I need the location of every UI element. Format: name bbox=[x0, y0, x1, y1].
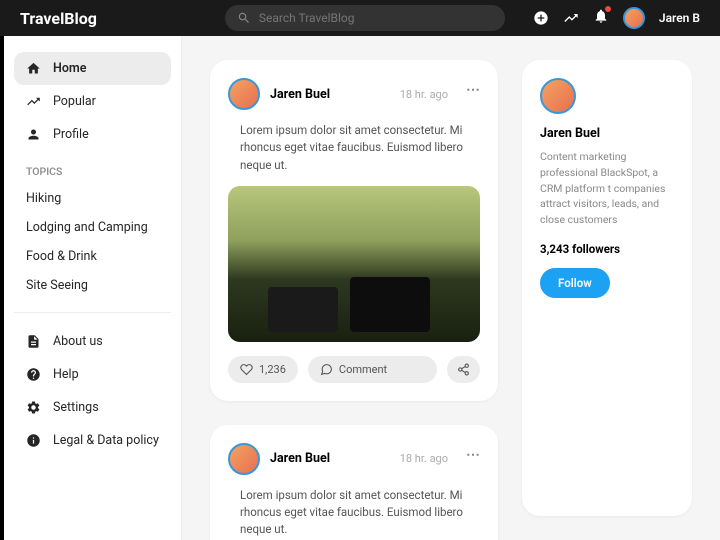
notification-button[interactable] bbox=[593, 8, 609, 28]
sidebar-item-home[interactable]: Home bbox=[14, 52, 171, 85]
main: Home Popular Profile TOPICS Hiking Lodgi… bbox=[0, 36, 720, 540]
post-time: 18 hr. ago bbox=[400, 452, 448, 465]
topic-siteseeing[interactable]: Site Seeing bbox=[14, 271, 171, 300]
sidebar-item-label: Profile bbox=[53, 127, 89, 142]
gear-icon bbox=[26, 400, 41, 415]
app-logo[interactable]: TravelBlog bbox=[20, 9, 97, 28]
sidebar-item-help[interactable]: Help bbox=[14, 358, 171, 391]
sidebar-item-profile[interactable]: Profile bbox=[14, 118, 171, 151]
comment-button[interactable]: Comment bbox=[308, 356, 437, 383]
profile-name: Jaren Buel bbox=[540, 126, 674, 141]
document-icon bbox=[26, 334, 41, 349]
sidebar-item-popular[interactable]: Popular bbox=[14, 85, 171, 118]
sidebar-item-label: Legal & Data policy bbox=[53, 433, 159, 448]
post-time: 18 hr. ago bbox=[400, 88, 448, 101]
add-icon[interactable] bbox=[533, 10, 549, 26]
user-icon bbox=[26, 127, 41, 142]
header: TravelBlog Jaren B bbox=[0, 0, 720, 36]
help-icon bbox=[26, 367, 41, 382]
post-header: Jaren Buel 18 hr. ago ⋯ bbox=[228, 443, 480, 475]
post-card: Jaren Buel 18 hr. ago ⋯ Lorem ipsum dolo… bbox=[210, 425, 498, 540]
sidebar-item-about[interactable]: About us bbox=[14, 325, 171, 358]
post-author[interactable]: Jaren Buel bbox=[270, 451, 390, 466]
avatar[interactable] bbox=[540, 78, 576, 114]
sidebar-item-label: Settings bbox=[53, 400, 99, 415]
post-body: Lorem ipsum dolor sit amet consectetur. … bbox=[228, 487, 480, 540]
sidebar-item-label: Help bbox=[53, 367, 79, 382]
topic-food[interactable]: Food & Drink bbox=[14, 242, 171, 271]
bell-icon bbox=[593, 8, 609, 24]
post-image[interactable] bbox=[228, 186, 480, 342]
search-bar[interactable] bbox=[225, 5, 505, 31]
profile-followers: 3,243 followers bbox=[540, 242, 674, 256]
sidebar-item-label: Home bbox=[53, 61, 87, 76]
sidebar-item-label: About us bbox=[53, 334, 103, 349]
profile-bio: Content marketing professional BlackSpot… bbox=[540, 149, 674, 228]
sidebar-item-legal[interactable]: Legal & Data policy bbox=[14, 424, 171, 457]
home-icon bbox=[26, 61, 41, 76]
post-author[interactable]: Jaren Buel bbox=[270, 87, 390, 102]
share-button[interactable] bbox=[447, 356, 480, 383]
post-menu-button[interactable]: ⋯ bbox=[466, 82, 480, 98]
info-icon bbox=[26, 433, 41, 448]
topic-hiking[interactable]: Hiking bbox=[14, 184, 171, 213]
post-card: Jaren Buel 18 hr. ago ⋯ Lorem ipsum dolo… bbox=[210, 60, 498, 401]
post-header: Jaren Buel 18 hr. ago ⋯ bbox=[228, 78, 480, 110]
comment-label: Comment bbox=[339, 363, 387, 376]
trending-icon bbox=[26, 94, 41, 109]
feed: Jaren Buel 18 hr. ago ⋯ Lorem ipsum dolo… bbox=[210, 60, 498, 516]
avatar[interactable] bbox=[623, 7, 645, 29]
sidebar-item-label: Popular bbox=[53, 94, 96, 109]
post-menu-button[interactable]: ⋯ bbox=[466, 447, 480, 463]
topic-lodging[interactable]: Lodging and Camping bbox=[14, 213, 171, 242]
header-username: Jaren B bbox=[659, 11, 700, 25]
like-button[interactable]: 1,236 bbox=[228, 356, 298, 383]
divider bbox=[14, 312, 171, 313]
sidebar: Home Popular Profile TOPICS Hiking Lodgi… bbox=[4, 36, 182, 540]
profile-card: Jaren Buel Content marketing professiona… bbox=[522, 60, 692, 516]
heart-icon bbox=[240, 363, 253, 376]
search-input[interactable] bbox=[259, 11, 493, 25]
follow-button[interactable]: Follow bbox=[540, 268, 610, 298]
post-actions: 1,236 Comment bbox=[228, 356, 480, 383]
post-body: Lorem ipsum dolor sit amet consectetur. … bbox=[228, 122, 480, 186]
trending-icon[interactable] bbox=[563, 10, 579, 26]
share-icon bbox=[457, 363, 470, 376]
content: Jaren Buel 18 hr. ago ⋯ Lorem ipsum dolo… bbox=[182, 36, 720, 540]
avatar[interactable] bbox=[228, 78, 260, 110]
like-count: 1,236 bbox=[259, 363, 286, 376]
header-actions: Jaren B bbox=[533, 7, 700, 29]
avatar[interactable] bbox=[228, 443, 260, 475]
topics-label: TOPICS bbox=[14, 151, 171, 184]
comment-icon bbox=[320, 363, 333, 376]
search-icon bbox=[237, 11, 251, 25]
sidebar-item-settings[interactable]: Settings bbox=[14, 391, 171, 424]
